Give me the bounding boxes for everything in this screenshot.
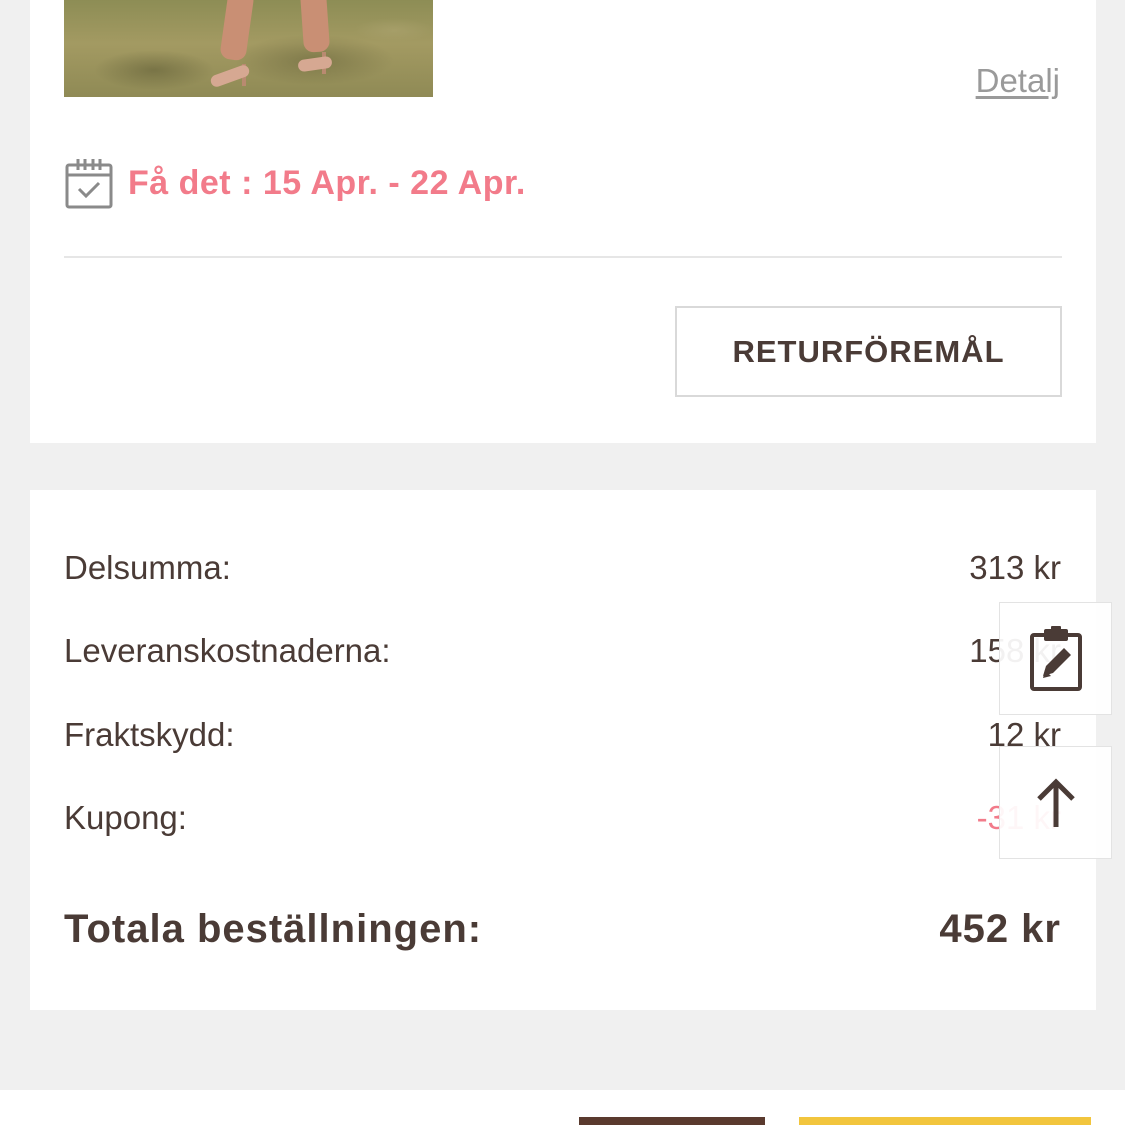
product-image[interactable] <box>64 0 433 97</box>
delivery-date-text: Få det : 15 Apr. - 22 Apr. <box>128 163 526 202</box>
summary-label: Delsumma: <box>64 549 231 586</box>
return-item-button[interactable]: RETURFÖREMÅL <box>675 306 1062 397</box>
arrow-up-icon <box>1036 777 1075 827</box>
bottom-button-primary[interactable] <box>799 1117 1091 1125</box>
clipboard-edit-icon <box>1029 625 1082 691</box>
summary-row-shipping: Leveranskostnaderna: 158 kr <box>64 628 1061 674</box>
detail-link[interactable]: Detalj <box>976 62 1060 100</box>
edit-notes-button[interactable] <box>999 602 1112 715</box>
delivery-estimate: Få det : 15 Apr. - 22 Apr. <box>64 155 526 211</box>
divider <box>64 256 1062 258</box>
product-image-leg <box>299 0 331 53</box>
summary-row-coupon: Kupong: -31 kr <box>64 795 1061 841</box>
summary-label: Fraktskydd: <box>64 716 235 753</box>
total-value: 452 kr <box>939 906 1061 951</box>
summary-label: Leveranskostnaderna: <box>64 632 391 669</box>
total-label: Totala beställningen: <box>64 906 483 951</box>
summary-row-shipping-protection: Fraktskydd: 12 kr <box>64 712 1061 758</box>
calendar-check-icon <box>65 159 113 209</box>
bottom-button-secondary[interactable] <box>579 1117 765 1125</box>
order-total: Totala beställningen: 452 kr <box>64 903 1061 955</box>
summary-value: 313 kr <box>969 549 1061 586</box>
summary-label: Kupong: <box>64 799 187 836</box>
scroll-to-top-button[interactable] <box>999 746 1112 859</box>
summary-row-subtotal: Delsumma: 313 kr <box>64 545 1061 591</box>
